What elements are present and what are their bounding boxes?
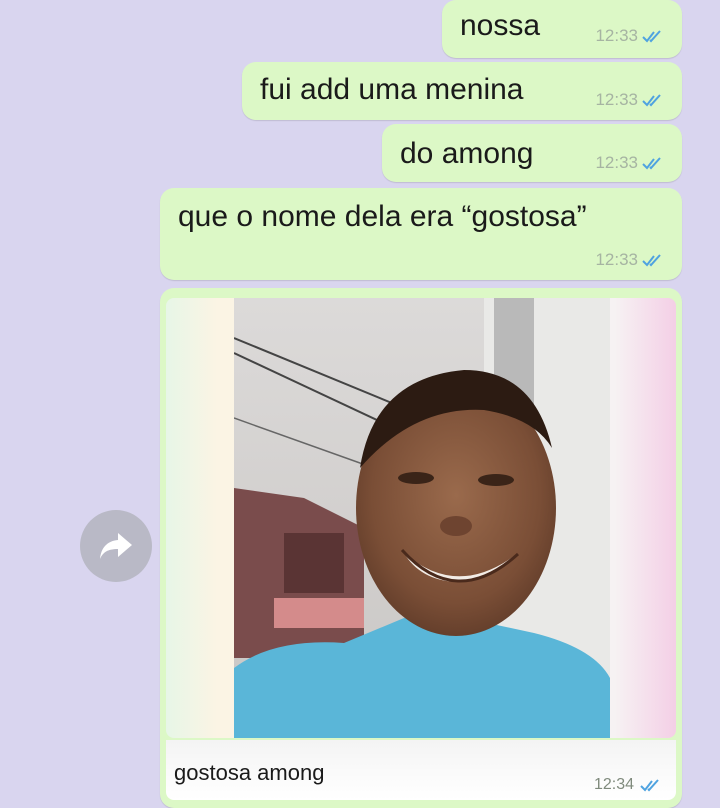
message-time: 12:34: [593, 776, 634, 793]
message-bubble[interactable]: fui add uma menina 12:33: [242, 62, 682, 120]
chat-area[interactable]: nossa 12:33 fui add uma menina 12:33 do …: [0, 0, 720, 808]
message-time: 12:33: [595, 153, 638, 172]
message-time: 12:33: [595, 250, 638, 269]
message-meta: 12:33: [595, 90, 664, 110]
double-check-icon: [642, 254, 661, 267]
forward-button[interactable]: [80, 510, 152, 582]
message-bubble[interactable]: nossa 12:33: [442, 0, 682, 58]
double-check-icon: [640, 779, 659, 792]
double-check-icon: [642, 94, 661, 107]
message-meta: 12:34: [594, 776, 662, 794]
image-attachment[interactable]: [166, 298, 676, 738]
selfie-photo: [234, 298, 610, 738]
message-text: do among: [400, 137, 534, 170]
double-check-icon: [642, 157, 661, 170]
message-time: 12:33: [595, 26, 638, 45]
message-meta: 12:33: [595, 153, 664, 173]
image-message-bubble[interactable]: gostosa among 12:34: [160, 288, 682, 808]
forward-icon: [100, 533, 132, 559]
message-bubble[interactable]: do among 12:33: [382, 124, 682, 182]
message-bubble[interactable]: que o nome dela era “gostosa” 12:33: [160, 188, 682, 280]
message-time: 12:33: [595, 90, 638, 109]
message-meta: 12:33: [595, 26, 664, 46]
double-check-icon: [642, 30, 661, 43]
message-text: fui add uma menina: [260, 73, 524, 106]
message-text: que o nome dela era “gostosa”: [178, 200, 587, 233]
message-text: nossa: [460, 9, 541, 42]
message-meta: 12:33: [595, 250, 664, 270]
image-caption: gostosa among: [174, 760, 325, 785]
